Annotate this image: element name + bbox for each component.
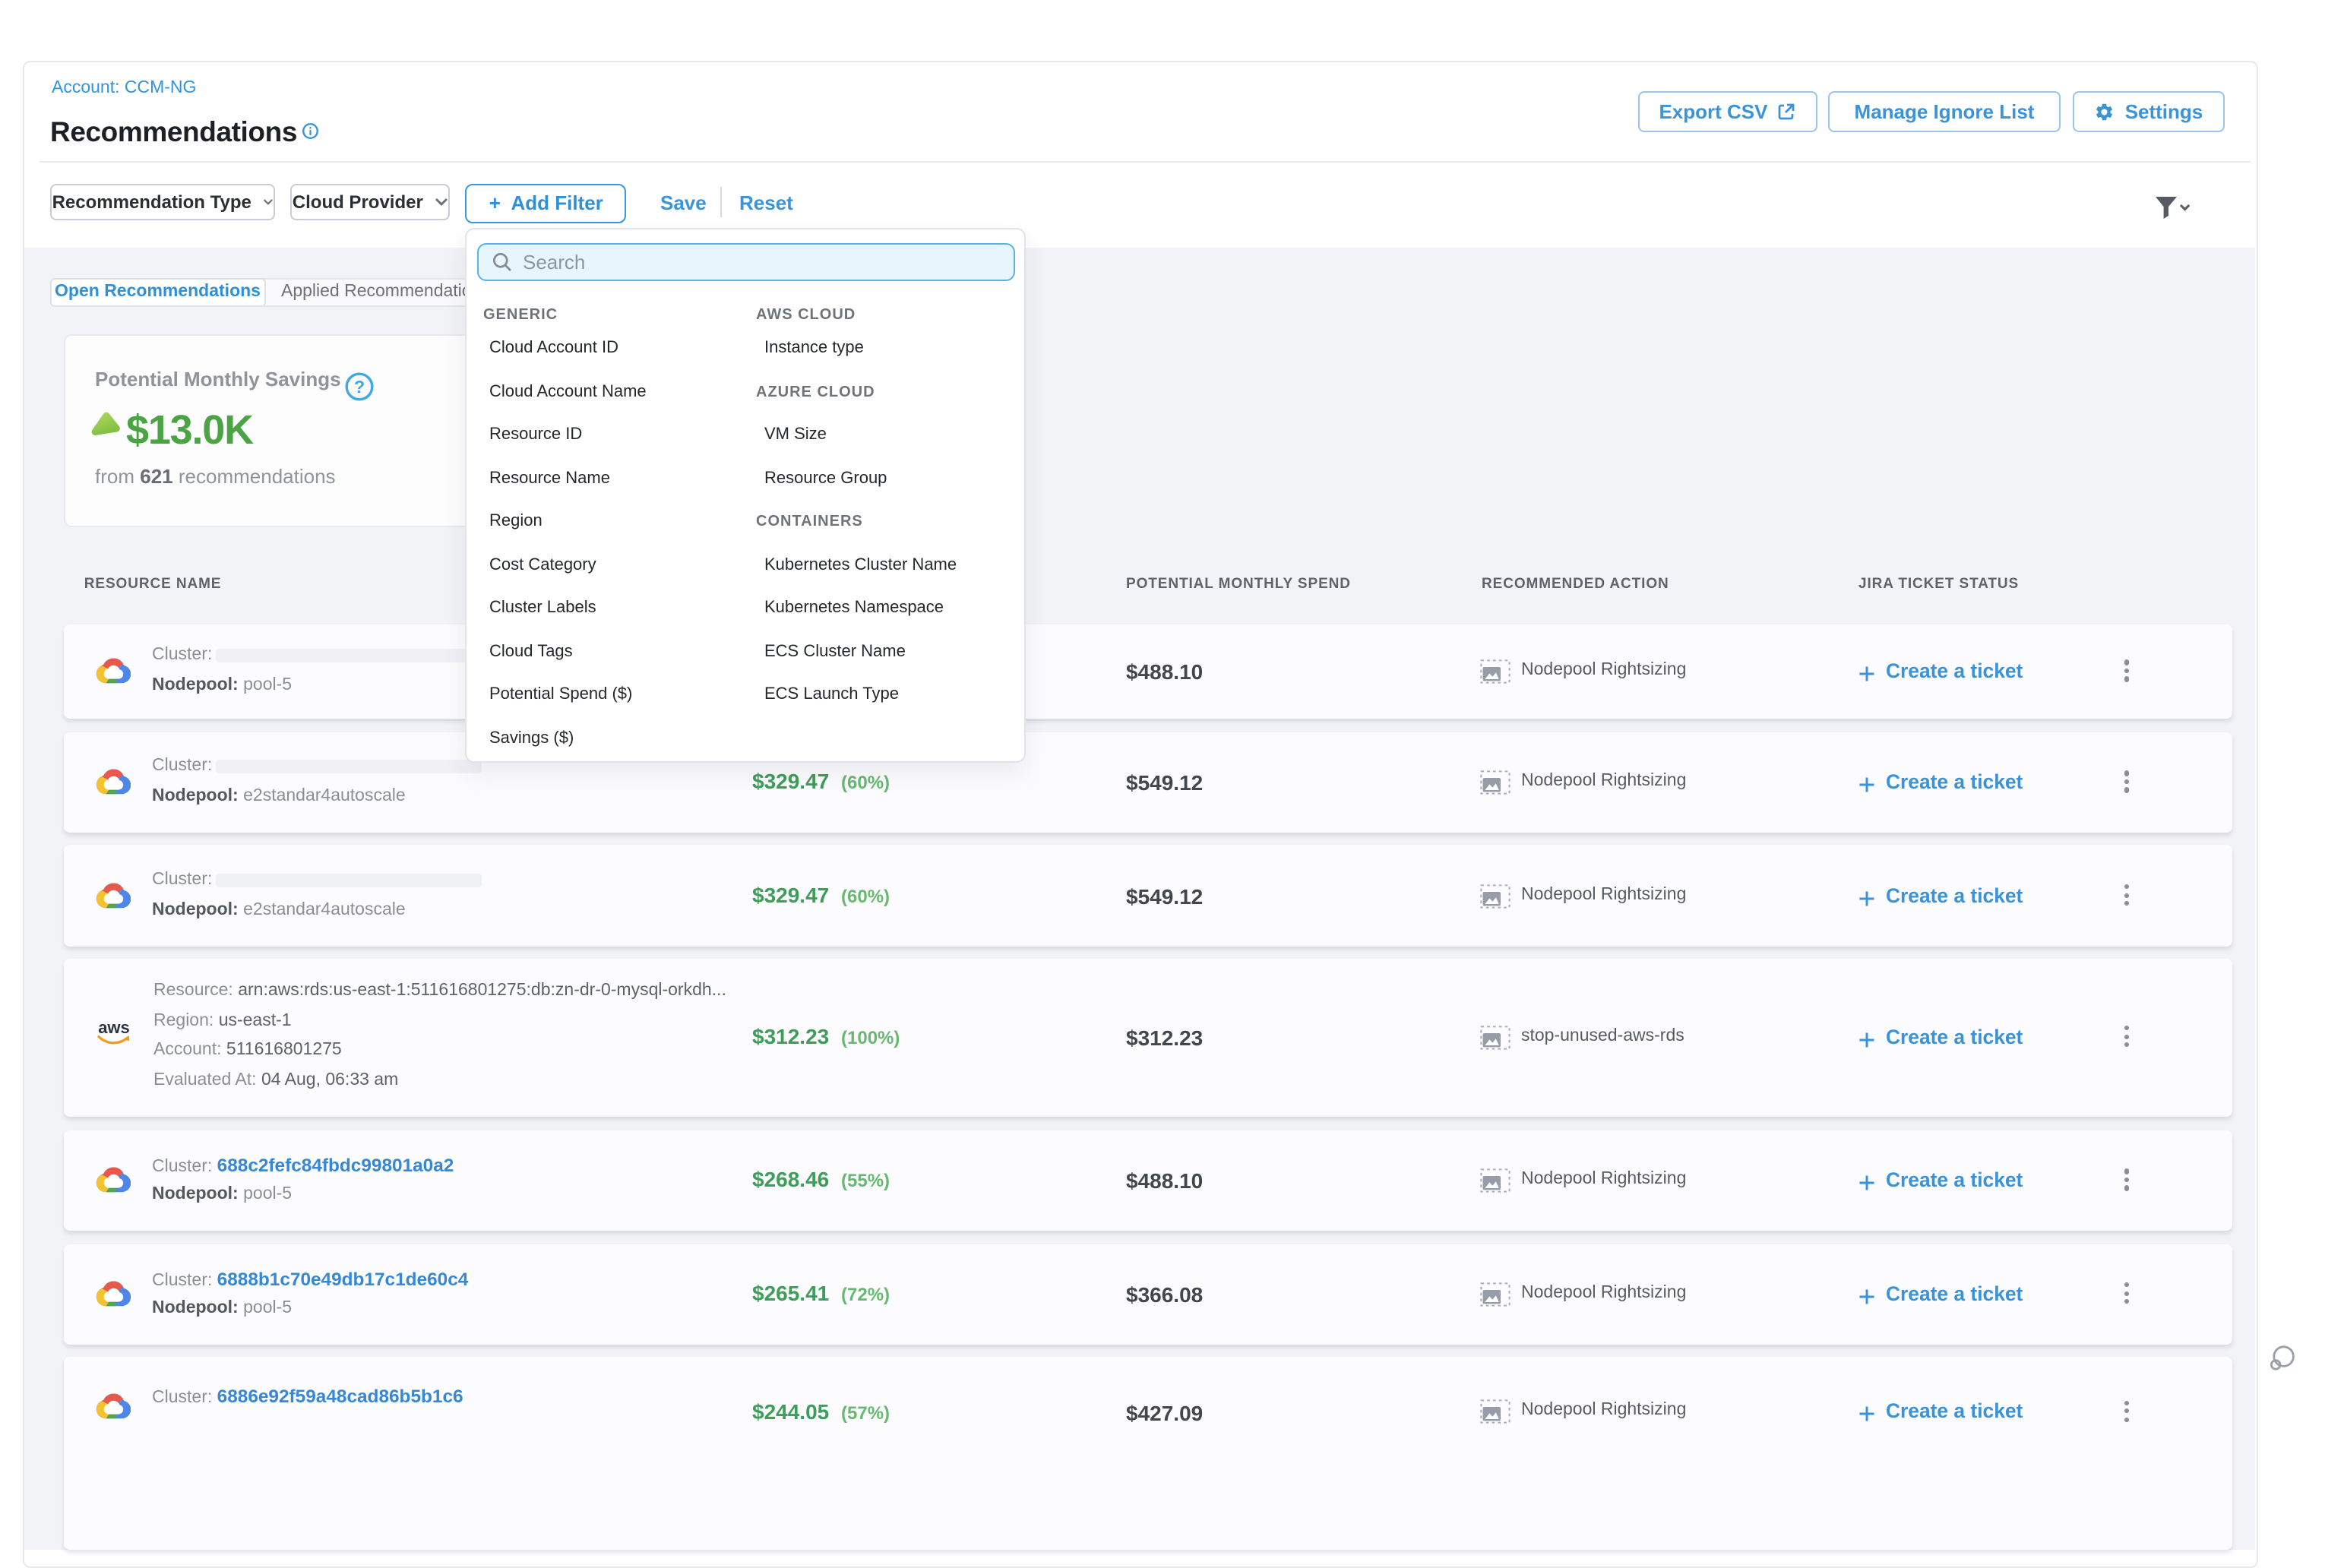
svg-text:?: ? [354,376,365,396]
